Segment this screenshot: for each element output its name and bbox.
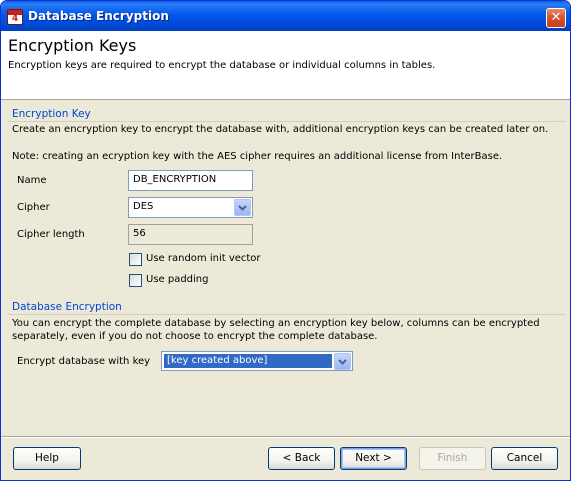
encrypt-database-dropdown-button[interactable] <box>334 353 351 370</box>
wizard-header: Encryption Keys Encryption keys are requ… <box>1 31 570 100</box>
app-icon: 4 <box>7 9 23 25</box>
encryption-key-divider <box>8 121 566 122</box>
database-encryption-description-line2: separately, even if you do not choose to… <box>12 331 378 342</box>
next-button[interactable]: Next > <box>340 447 407 470</box>
cipher-label: Cipher <box>17 202 50 213</box>
page-subtitle: Encryption keys are required to encrypt … <box>8 60 436 71</box>
cipher-dropdown-button[interactable] <box>234 199 251 216</box>
encryption-key-description: Create an encryption key to encrypt the … <box>12 124 549 135</box>
title-bar[interactable]: 4 Database Encryption ✕ <box>1 1 570 31</box>
close-icon: ✕ <box>550 10 562 25</box>
back-button[interactable]: < Back <box>268 447 335 470</box>
random-init-vector-checkbox[interactable] <box>129 253 142 266</box>
chevron-down-icon <box>338 359 347 365</box>
padding-checkbox[interactable] <box>129 274 142 287</box>
encrypt-database-label: Encrypt database with key <box>17 356 151 367</box>
cancel-button[interactable]: Cancel <box>491 447 558 470</box>
encrypt-database-select[interactable]: [key created above] <box>161 351 353 371</box>
name-label: Name <box>17 175 47 186</box>
dialog-window: 4 Database Encryption ✕ Encryption Keys … <box>0 0 571 481</box>
aes-license-note: Note: creating an ecryption key with the… <box>12 151 503 162</box>
cipher-select[interactable]: DES <box>128 197 253 218</box>
chevron-down-icon <box>238 205 247 211</box>
random-init-vector-label[interactable]: Use random init vector <box>146 253 261 264</box>
key-name-input[interactable]: DB_ENCRYPTION <box>128 170 253 191</box>
close-button[interactable]: ✕ <box>546 8 566 28</box>
cipher-length-field: 56 <box>128 224 253 245</box>
database-encryption-section-title: Database Encryption <box>12 301 122 313</box>
finish-button[interactable]: Finish <box>419 447 486 470</box>
cipher-value: DES <box>133 201 154 212</box>
window-title: Database Encryption <box>28 9 169 23</box>
encrypt-database-value: [key created above] <box>164 354 332 368</box>
database-encryption-divider <box>8 314 566 315</box>
page-title: Encryption Keys <box>8 36 137 55</box>
database-encryption-description-line1: You can encrypt the complete database by… <box>12 318 540 329</box>
cipher-length-label: Cipher length <box>17 229 85 240</box>
help-button[interactable]: Help <box>13 447 81 470</box>
encryption-key-section-title: Encryption Key <box>12 108 91 120</box>
footer-divider <box>1 436 570 438</box>
padding-label[interactable]: Use padding <box>146 274 209 285</box>
